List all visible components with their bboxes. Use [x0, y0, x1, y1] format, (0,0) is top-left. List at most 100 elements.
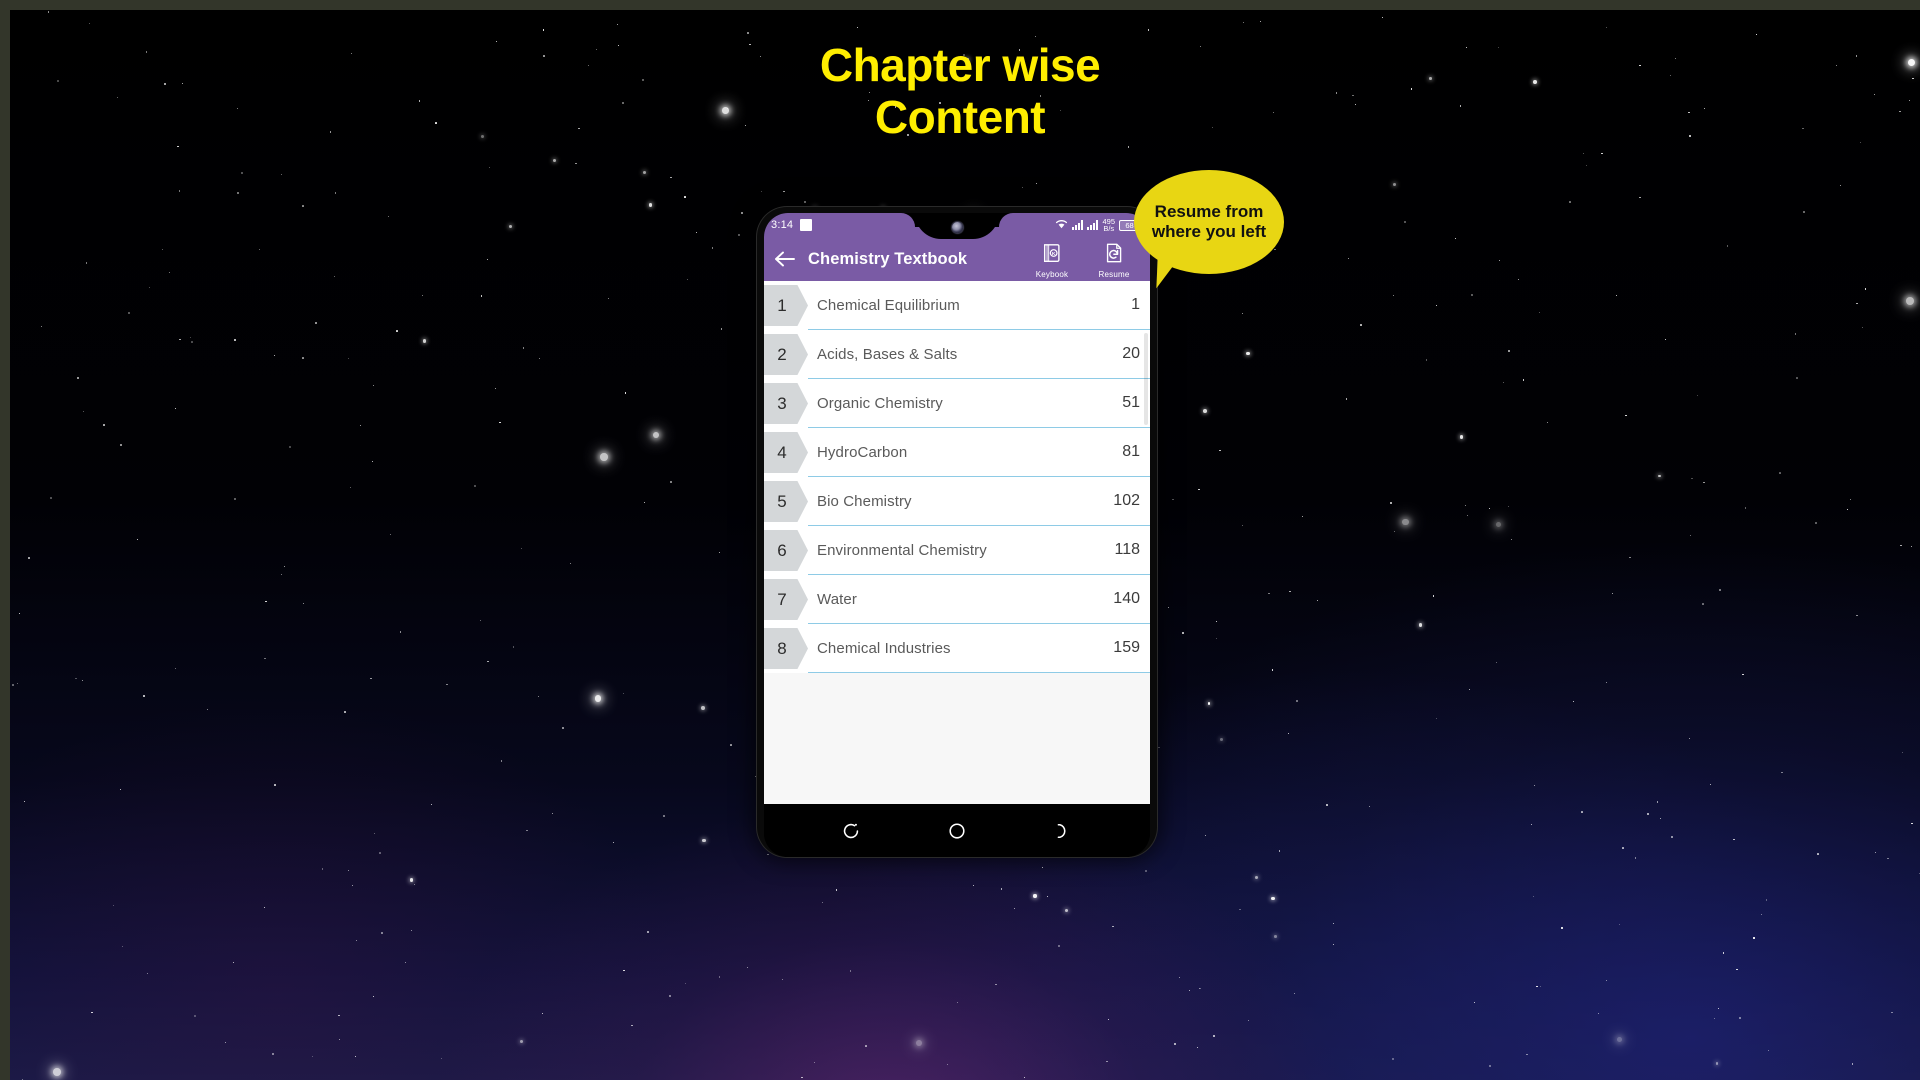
status-bar-right: 495 B/s 68 [1055, 213, 1143, 237]
star [1767, 1049, 1770, 1052]
star [1105, 1060, 1108, 1063]
page-title-line-1: Chapter wise [819, 39, 1101, 91]
star [1174, 1042, 1177, 1045]
star [538, 696, 540, 698]
star [103, 424, 105, 427]
star [1495, 522, 1501, 528]
star [1507, 505, 1510, 507]
star [1188, 990, 1190, 992]
star [372, 460, 374, 462]
star [500, 760, 503, 763]
star [1718, 588, 1721, 591]
star [1760, 913, 1762, 915]
star [119, 788, 121, 790]
star [1709, 783, 1711, 785]
recents-icon[interactable] [836, 816, 866, 846]
star [1802, 210, 1805, 213]
star [1274, 934, 1277, 938]
table-row[interactable]: 2 Acids, Bases & Salts 20 [764, 330, 1150, 379]
status-bar: 3:14 495 B/s 68 [764, 213, 1150, 239]
star [333, 275, 335, 277]
chapter-list[interactable]: 1 Chemical Equilibrium 1 2 Acids, Bases … [764, 281, 1150, 804]
chapter-row-body: HydroCarbon 81 [808, 428, 1150, 477]
star [1753, 937, 1755, 939]
star [1271, 669, 1274, 671]
star [1639, 196, 1641, 199]
star [520, 548, 522, 550]
chapter-number-tag: 2 [764, 334, 808, 375]
star [1499, 260, 1501, 261]
back-nav-icon[interactable] [1048, 816, 1078, 846]
table-row[interactable]: 4 HydroCarbon 81 [764, 428, 1150, 477]
star [1294, 992, 1296, 994]
star [1531, 824, 1533, 826]
status-time: 3:14 [771, 219, 794, 231]
keybook-button[interactable]: K Keybook [1028, 240, 1076, 279]
star [1212, 1035, 1215, 1038]
star [1489, 507, 1491, 509]
table-row[interactable]: 8 Chemical Industries 159 [764, 624, 1150, 673]
star [1702, 603, 1704, 605]
star [1572, 700, 1575, 702]
star [1622, 847, 1624, 849]
star [274, 355, 276, 357]
star [1850, 498, 1852, 500]
chapter-number: 1 [777, 295, 787, 315]
star [273, 783, 276, 786]
star [1246, 351, 1250, 356]
star [399, 631, 402, 634]
chapter-title: Acids, Bases & Salts [817, 345, 958, 363]
star [281, 173, 283, 175]
star [1517, 278, 1520, 281]
star [613, 842, 614, 844]
star [1647, 813, 1650, 816]
star [616, 24, 618, 26]
table-row[interactable]: 5 Bio Chemistry 102 [764, 477, 1150, 526]
star [499, 421, 501, 424]
star [143, 695, 145, 697]
star [1392, 295, 1394, 296]
star [1585, 165, 1587, 167]
star [1874, 852, 1876, 854]
chapter-page: 51 [1122, 394, 1140, 411]
list-scrollbar[interactable] [1144, 333, 1148, 425]
home-circle-icon[interactable] [942, 816, 972, 846]
star [1033, 894, 1037, 898]
data-rate-unit: B/s [1103, 224, 1115, 233]
star [354, 1055, 356, 1057]
star [85, 262, 88, 264]
star [957, 1001, 959, 1003]
signal-bars-icon [1072, 220, 1084, 230]
star [1726, 245, 1728, 247]
star [541, 1012, 543, 1014]
star [1533, 785, 1536, 787]
star [522, 347, 525, 349]
chapter-number-tag: 6 [764, 530, 808, 571]
star [1536, 985, 1538, 988]
table-row[interactable]: 1 Chemical Equilibrium 1 [764, 281, 1150, 330]
star [865, 1045, 867, 1047]
star [1359, 324, 1362, 327]
camera-notch [915, 213, 999, 239]
star [302, 602, 305, 605]
star [1796, 377, 1798, 379]
star [668, 994, 671, 997]
star [16, 682, 18, 684]
wifi-icon [1055, 218, 1068, 232]
star [370, 677, 372, 680]
back-arrow-icon[interactable] [774, 248, 796, 270]
table-row[interactable]: 7 Water 140 [764, 575, 1150, 624]
star [120, 443, 122, 446]
star [1182, 632, 1185, 635]
star [1901, 752, 1903, 754]
table-row[interactable]: 6 Environmental Chemistry 118 [764, 526, 1150, 575]
star [755, 776, 756, 778]
resume-button[interactable]: Resume [1090, 240, 1138, 279]
chapter-number: 3 [777, 393, 787, 413]
table-row[interactable]: 3 Organic Chemistry 51 [764, 379, 1150, 428]
star [738, 234, 740, 236]
star [1718, 1007, 1720, 1009]
star [321, 867, 324, 870]
chapter-row-body: Acids, Bases & Salts 20 [808, 330, 1150, 379]
star [1247, 1020, 1249, 1022]
